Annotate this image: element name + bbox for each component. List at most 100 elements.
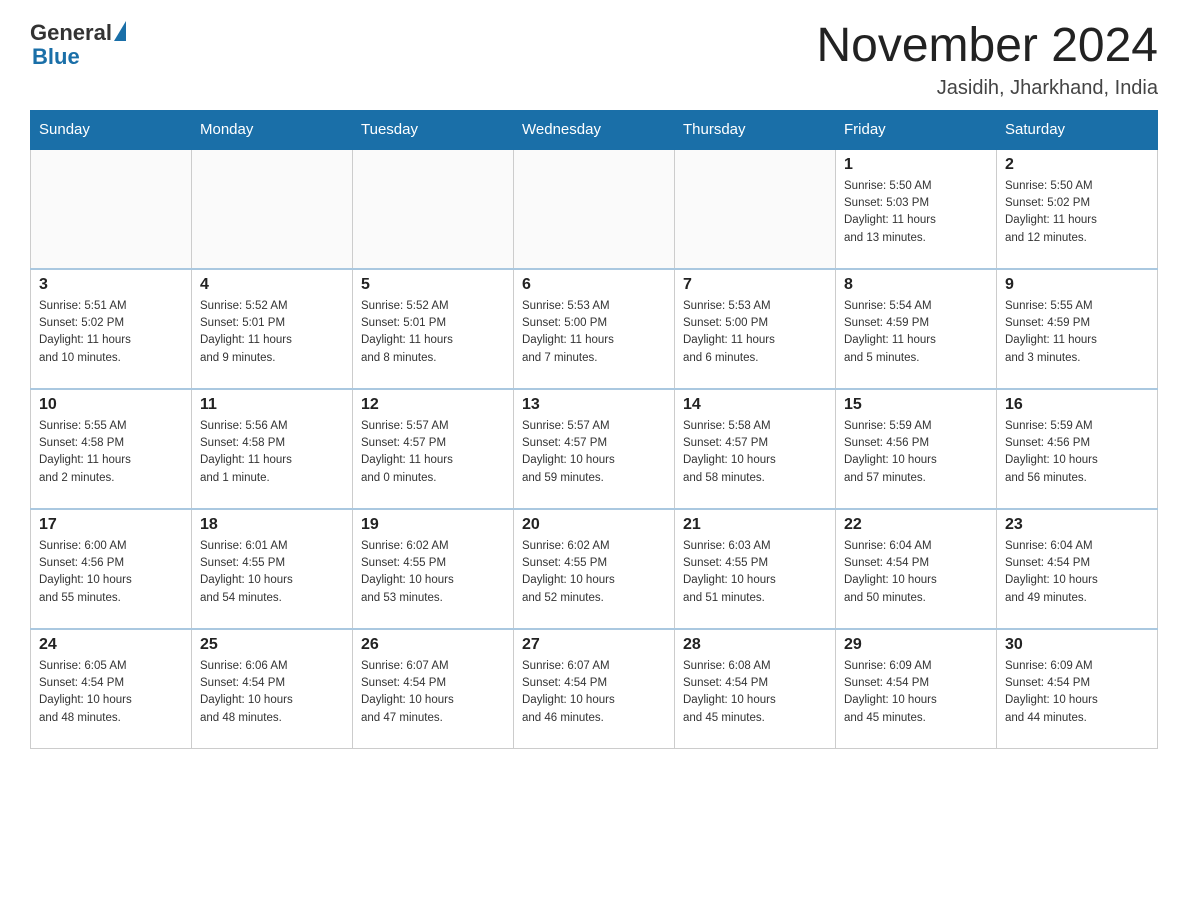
day-number: 12 xyxy=(361,396,505,414)
calendar-cell: 9 Sunrise: 5:55 AMSunset: 4:59 PMDaylight… xyxy=(997,269,1158,389)
calendar-cell: 16 Sunrise: 5:59 AMSunset: 4:56 PMDayligh… xyxy=(997,389,1158,509)
day-info: Sunrise: 5:54 AMSunset: 4:59 PMDaylight:… xyxy=(844,298,988,367)
calendar-cell: 11 Sunrise: 5:56 AMSunset: 4:58 PMDayligh… xyxy=(192,389,353,509)
day-number: 2 xyxy=(1005,156,1149,174)
day-number: 8 xyxy=(844,276,988,294)
day-number: 22 xyxy=(844,516,988,534)
day-info: Sunrise: 6:07 AMSunset: 4:54 PMDaylight:… xyxy=(361,658,505,727)
day-number: 25 xyxy=(200,636,344,654)
calendar-week-row: 17Sunrise: 6:00 AMSunset: 4:56 PMDayligh… xyxy=(31,509,1158,629)
day-info: Sunrise: 6:03 AMSunset: 4:55 PMDaylight:… xyxy=(683,538,827,607)
day-info: Sunrise: 5:56 AMSunset: 4:58 PMDaylight:… xyxy=(200,418,344,487)
day-number: 26 xyxy=(361,636,505,654)
calendar-cell: 10Sunrise: 5:55 AMSunset: 4:58 PMDayligh… xyxy=(31,389,192,509)
calendar-cell: 6 Sunrise: 5:53 AMSunset: 5:00 PMDaylight… xyxy=(514,269,675,389)
day-info: Sunrise: 6:01 AMSunset: 4:55 PMDaylight:… xyxy=(200,538,344,607)
day-info: Sunrise: 6:06 AMSunset: 4:54 PMDaylight:… xyxy=(200,658,344,727)
calendar-cell: 3 Sunrise: 5:51 AMSunset: 5:02 PMDaylight… xyxy=(31,269,192,389)
calendar-week-row: 10Sunrise: 5:55 AMSunset: 4:58 PMDayligh… xyxy=(31,389,1158,509)
day-info: Sunrise: 5:59 AMSunset: 4:56 PMDaylight:… xyxy=(1005,418,1149,487)
day-of-week-header: Sunday xyxy=(31,110,192,149)
day-info: Sunrise: 5:57 AMSunset: 4:57 PMDaylight:… xyxy=(522,418,666,487)
day-info: Sunrise: 6:07 AMSunset: 4:54 PMDaylight:… xyxy=(522,658,666,727)
calendar-cell: 22 Sunrise: 6:04 AMSunset: 4:54 PMDayligh… xyxy=(836,509,997,629)
day-number: 11 xyxy=(200,396,344,414)
calendar-cell: 17Sunrise: 6:00 AMSunset: 4:56 PMDayligh… xyxy=(31,509,192,629)
calendar-cell: 8 Sunrise: 5:54 AMSunset: 4:59 PMDaylight… xyxy=(836,269,997,389)
calendar-cell: 21 Sunrise: 6:03 AMSunset: 4:55 PMDayligh… xyxy=(675,509,836,629)
calendar-cell xyxy=(192,149,353,269)
calendar-cell: 15 Sunrise: 5:59 AMSunset: 4:56 PMDayligh… xyxy=(836,389,997,509)
page-header: General Blue November 2024 Jasidih, Jhar… xyxy=(30,20,1158,100)
calendar-cell: 18 Sunrise: 6:01 AMSunset: 4:55 PMDayligh… xyxy=(192,509,353,629)
day-number: 4 xyxy=(200,276,344,294)
day-number: 16 xyxy=(1005,396,1149,414)
day-info: Sunrise: 5:50 AMSunset: 5:03 PMDaylight:… xyxy=(844,178,988,247)
calendar-header-row: SundayMondayTuesdayWednesdayThursdayFrid… xyxy=(31,110,1158,149)
location-text: Jasidih, Jharkhand, India xyxy=(816,77,1158,100)
calendar-week-row: 24 Sunrise: 6:05 AMSunset: 4:54 PMDayligh… xyxy=(31,629,1158,749)
day-number: 28 xyxy=(683,636,827,654)
calendar-cell: 27 Sunrise: 6:07 AMSunset: 4:54 PMDayligh… xyxy=(514,629,675,749)
calendar-cell: 4 Sunrise: 5:52 AMSunset: 5:01 PMDaylight… xyxy=(192,269,353,389)
logo-blue-text: Blue xyxy=(32,44,80,70)
day-info: Sunrise: 5:57 AMSunset: 4:57 PMDaylight:… xyxy=(361,418,505,487)
day-of-week-header: Thursday xyxy=(675,110,836,149)
day-of-week-header: Friday xyxy=(836,110,997,149)
calendar-cell: 20 Sunrise: 6:02 AMSunset: 4:55 PMDayligh… xyxy=(514,509,675,629)
day-of-week-header: Saturday xyxy=(997,110,1158,149)
day-info: Sunrise: 6:05 AMSunset: 4:54 PMDaylight:… xyxy=(39,658,183,727)
calendar-cell: 12 Sunrise: 5:57 AMSunset: 4:57 PMDayligh… xyxy=(353,389,514,509)
day-info: Sunrise: 6:08 AMSunset: 4:54 PMDaylight:… xyxy=(683,658,827,727)
calendar-table: SundayMondayTuesdayWednesdayThursdayFrid… xyxy=(30,110,1158,750)
logo-triangle-icon xyxy=(114,21,126,41)
day-info: Sunrise: 6:00 AMSunset: 4:56 PMDaylight:… xyxy=(39,538,183,607)
day-info: Sunrise: 5:52 AMSunset: 5:01 PMDaylight:… xyxy=(361,298,505,367)
calendar-cell: 28 Sunrise: 6:08 AMSunset: 4:54 PMDayligh… xyxy=(675,629,836,749)
calendar-cell xyxy=(353,149,514,269)
day-number: 13 xyxy=(522,396,666,414)
day-info: Sunrise: 5:55 AMSunset: 4:58 PMDaylight:… xyxy=(39,418,183,487)
day-number: 1 xyxy=(844,156,988,174)
calendar-cell xyxy=(514,149,675,269)
day-info: Sunrise: 5:51 AMSunset: 5:02 PMDaylight:… xyxy=(39,298,183,367)
day-info: Sunrise: 6:02 AMSunset: 4:55 PMDaylight:… xyxy=(361,538,505,607)
month-title: November 2024 xyxy=(816,20,1158,73)
day-of-week-header: Monday xyxy=(192,110,353,149)
day-info: Sunrise: 6:02 AMSunset: 4:55 PMDaylight:… xyxy=(522,538,666,607)
calendar-cell: 24 Sunrise: 6:05 AMSunset: 4:54 PMDayligh… xyxy=(31,629,192,749)
day-number: 30 xyxy=(1005,636,1149,654)
calendar-cell: 2 Sunrise: 5:50 AMSunset: 5:02 PMDaylight… xyxy=(997,149,1158,269)
calendar-cell: 7Sunrise: 5:53 AMSunset: 5:00 PMDaylight… xyxy=(675,269,836,389)
day-info: Sunrise: 6:04 AMSunset: 4:54 PMDaylight:… xyxy=(844,538,988,607)
calendar-week-row: 1 Sunrise: 5:50 AMSunset: 5:03 PMDaylight… xyxy=(31,149,1158,269)
day-number: 27 xyxy=(522,636,666,654)
day-info: Sunrise: 6:09 AMSunset: 4:54 PMDaylight:… xyxy=(844,658,988,727)
calendar-cell: 29 Sunrise: 6:09 AMSunset: 4:54 PMDayligh… xyxy=(836,629,997,749)
calendar-cell: 14Sunrise: 5:58 AMSunset: 4:57 PMDayligh… xyxy=(675,389,836,509)
day-number: 15 xyxy=(844,396,988,414)
day-of-week-header: Wednesday xyxy=(514,110,675,149)
calendar-cell: 19Sunrise: 6:02 AMSunset: 4:55 PMDayligh… xyxy=(353,509,514,629)
logo: General Blue xyxy=(30,20,126,70)
day-number: 21 xyxy=(683,516,827,534)
day-number: 9 xyxy=(1005,276,1149,294)
day-info: Sunrise: 5:53 AMSunset: 5:00 PMDaylight:… xyxy=(522,298,666,367)
day-of-week-header: Tuesday xyxy=(353,110,514,149)
day-number: 6 xyxy=(522,276,666,294)
day-number: 29 xyxy=(844,636,988,654)
day-number: 23 xyxy=(1005,516,1149,534)
calendar-cell: 25 Sunrise: 6:06 AMSunset: 4:54 PMDayligh… xyxy=(192,629,353,749)
day-info: Sunrise: 5:59 AMSunset: 4:56 PMDaylight:… xyxy=(844,418,988,487)
calendar-cell xyxy=(675,149,836,269)
day-number: 7 xyxy=(683,276,827,294)
day-number: 24 xyxy=(39,636,183,654)
day-number: 18 xyxy=(200,516,344,534)
day-info: Sunrise: 5:50 AMSunset: 5:02 PMDaylight:… xyxy=(1005,178,1149,247)
day-info: Sunrise: 6:04 AMSunset: 4:54 PMDaylight:… xyxy=(1005,538,1149,607)
day-number: 3 xyxy=(39,276,183,294)
calendar-cell: 13 Sunrise: 5:57 AMSunset: 4:57 PMDayligh… xyxy=(514,389,675,509)
day-info: Sunrise: 5:52 AMSunset: 5:01 PMDaylight:… xyxy=(200,298,344,367)
day-info: Sunrise: 5:55 AMSunset: 4:59 PMDaylight:… xyxy=(1005,298,1149,367)
day-number: 20 xyxy=(522,516,666,534)
